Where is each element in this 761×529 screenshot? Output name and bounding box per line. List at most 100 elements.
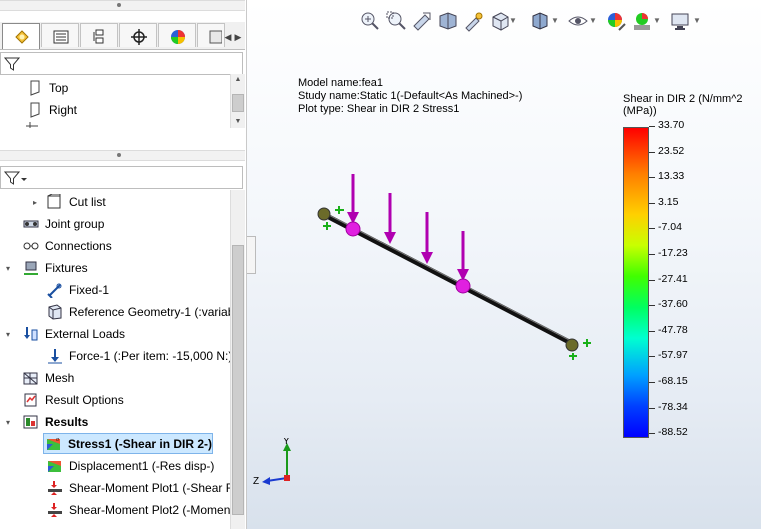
- tree-item-label: External Loads: [45, 327, 126, 341]
- connections-icon: [23, 242, 39, 250]
- filter-icon[interactable]: [4, 56, 20, 72]
- legend-tick: [649, 356, 655, 358]
- scroll-up-icon[interactable]: ▲: [232, 75, 244, 85]
- load-arrow: [457, 231, 469, 281]
- beam-member[interactable]: [323, 212, 577, 348]
- external-loads-expander-icon[interactable]: ▾: [3, 330, 13, 340]
- results-folder-icon: [23, 415, 38, 429]
- beam-model[interactable]: [247, 0, 761, 529]
- tree-item-label: Stress1 (-Shear in DIR 2-): [68, 437, 213, 451]
- shear-moment-plot-icon: [48, 503, 62, 517]
- tab-simulation[interactable]: [197, 23, 225, 47]
- tree-item-result-options[interactable]: Result Options: [22, 390, 230, 410]
- legend-value: -37.60: [658, 298, 688, 311]
- legend-value: -47.78: [658, 323, 688, 336]
- appearance-pie-icon: [171, 30, 185, 44]
- tree-item-label: Mesh: [45, 371, 75, 385]
- displacement-plot-icon: [48, 461, 61, 472]
- tab-scroll-left-icon[interactable]: ◀: [223, 31, 233, 43]
- legend-value: 3.15: [658, 195, 679, 208]
- reference-triad[interactable]: Y Z: [253, 438, 313, 498]
- panel-splitter-bottom[interactable]: [0, 150, 245, 161]
- load-arrow: [347, 174, 359, 224]
- crosshair-icon: [131, 29, 147, 45]
- tree-item-label: Shear-Moment Plot1 (-Shear F: [69, 481, 230, 495]
- tree-item-joint-group[interactable]: Joint group: [22, 214, 230, 234]
- legend-tick: [649, 254, 655, 255]
- legend-tick: [649, 382, 655, 383]
- legend-tick: [649, 330, 655, 332]
- tree-item-shear-moment-plot1[interactable]: Shear-Moment Plot1 (-Shear F: [46, 478, 230, 498]
- legend-value: 23.52: [658, 144, 685, 157]
- filter-dropdown-icon[interactable]: [4, 170, 28, 186]
- tree-item-label: Displacement1 (-Res disp-): [69, 459, 215, 473]
- tree-item-fixed-1[interactable]: Fixed-1: [46, 280, 230, 300]
- tab-display-manager[interactable]: [158, 23, 196, 47]
- legend-tick: [649, 407, 655, 409]
- feature-filter-bar[interactable]: [0, 52, 243, 75]
- tree-item-reference-geometry-1[interactable]: Reference Geometry-1 (:variab: [46, 302, 230, 322]
- tree-item-label: Shear-Moment Plot2 (-Momen: [69, 503, 230, 517]
- joint-node[interactable]: [455, 278, 471, 294]
- legend-value: -78.34: [658, 400, 688, 413]
- tree-item-label: Top: [49, 81, 69, 95]
- shear-moment-plot-icon: [48, 481, 62, 495]
- feature-tree-scrollbar[interactable]: ▲ ▼: [230, 74, 245, 128]
- tree-item-shear-moment-plot2[interactable]: Shear-Moment Plot2 (-Momen: [46, 500, 230, 520]
- legend-value: -27.41: [658, 272, 688, 285]
- plane-icon: [30, 80, 40, 96]
- simulation-tab-icon: [209, 30, 222, 44]
- tab-property-manager[interactable]: [41, 23, 79, 47]
- origin-icon: [26, 122, 38, 128]
- tab-configuration-manager[interactable]: [80, 23, 118, 47]
- scrollbar-thumb[interactable]: [232, 245, 244, 515]
- tree-item-force-1[interactable]: Force-1 (:Per item: -15,000 N:): [46, 346, 230, 366]
- joint-node[interactable]: [345, 221, 361, 237]
- tree-item-fixtures[interactable]: Fixtures: [22, 258, 230, 278]
- tree-item-label: Joint group: [45, 217, 105, 231]
- tree-item-stress1[interactable]: σ Stress1 (-Shear in DIR 2-): [43, 433, 213, 454]
- legend-value: -17.23: [658, 247, 688, 259]
- result-options-icon: [24, 393, 37, 407]
- triad-y-label: Y: [283, 438, 290, 447]
- legend-tick: [649, 202, 655, 204]
- load-arrow: [421, 212, 433, 264]
- cut-list-icon: [47, 194, 61, 209]
- legend-tick: [649, 151, 655, 153]
- study-tree-scrollbar[interactable]: [230, 190, 245, 529]
- legend-value: 13.33: [658, 170, 685, 183]
- force-arrow-icon: [48, 349, 62, 364]
- legend-tick: [649, 228, 655, 230]
- fixtures-expander-icon[interactable]: ▾: [3, 264, 13, 274]
- legend-tick: [649, 126, 655, 127]
- scrollbar-thumb[interactable]: [232, 94, 244, 112]
- panel-splitter-top[interactable]: [0, 0, 245, 11]
- tree-item-external-loads[interactable]: External Loads: [22, 324, 230, 344]
- tree-item-top-plane[interactable]: Top: [26, 78, 226, 98]
- tree-item-connections[interactable]: Connections: [22, 236, 230, 256]
- color-legend-bar: [623, 127, 649, 438]
- tab-scroll-right-icon[interactable]: ▶: [233, 31, 243, 43]
- study-filter-bar[interactable]: [0, 166, 243, 189]
- tree-item-results[interactable]: Results: [22, 412, 230, 432]
- tree-item-displacement1[interactable]: Displacement1 (-Res disp-): [46, 456, 230, 476]
- stress-plot-icon: σ: [47, 437, 60, 450]
- tab-feature-manager[interactable]: [2, 23, 40, 49]
- feature-manager-icon: [15, 30, 29, 44]
- fixture-symbol-right[interactable]: [565, 338, 591, 360]
- scroll-down-icon[interactable]: ▼: [232, 117, 244, 127]
- legend-tick: [649, 305, 655, 307]
- tree-item-label: Reference Geometry-1 (:variab: [69, 305, 230, 319]
- tree-item-right-plane[interactable]: Right: [26, 100, 226, 120]
- legend-value: 33.70: [658, 119, 685, 131]
- legend-value: -57.97: [658, 349, 688, 362]
- tab-dimxpert-manager[interactable]: [119, 23, 157, 47]
- cut-list-expander-icon[interactable]: ▸: [30, 198, 40, 208]
- tree-item-label: Connections: [45, 239, 112, 253]
- tree-item-mesh[interactable]: Mesh: [22, 368, 230, 388]
- graphics-viewport[interactable]: ▼ ▼ ▼ ▼ ▼ Model name:fea1 Study name:Sta…: [247, 0, 761, 529]
- results-expander-icon[interactable]: ▾: [3, 418, 13, 428]
- tree-item-cut-list[interactable]: Cut list: [46, 192, 230, 212]
- joint-group-icon: [23, 220, 39, 228]
- tree-item-label: Cut list: [69, 195, 106, 209]
